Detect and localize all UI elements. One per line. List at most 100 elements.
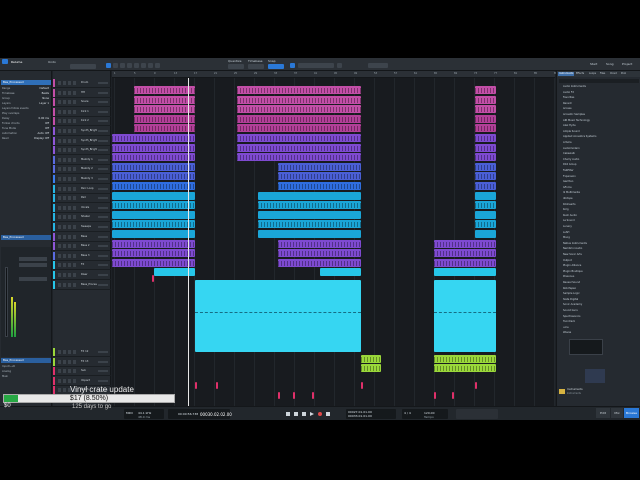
event-clip[interactable] <box>237 86 361 94</box>
event-clip[interactable] <box>278 258 361 267</box>
track-volume-slider[interactable] <box>98 254 108 257</box>
output-select[interactable] <box>19 263 47 267</box>
event-clip[interactable] <box>361 382 363 389</box>
browser-item[interactable]: Le Sound <box>563 219 639 223</box>
event-clip[interactable] <box>475 182 496 190</box>
tempo-display[interactable] <box>368 63 388 68</box>
event-clip[interactable] <box>112 191 195 200</box>
monitor-button[interactable] <box>73 119 76 124</box>
track-name[interactable]: Synth_Bright <box>81 139 97 142</box>
track-name[interactable]: Bass_Processed <box>81 283 97 286</box>
event-clip[interactable] <box>237 124 361 133</box>
event-clip[interactable] <box>237 134 361 142</box>
track-name[interactable]: Bass 3 <box>81 254 97 257</box>
track-volume-slider[interactable] <box>98 379 108 382</box>
track-volume-slider[interactable] <box>98 370 108 373</box>
mute-button[interactable] <box>58 273 61 277</box>
event-clip[interactable] <box>475 191 496 200</box>
monitor-button[interactable] <box>73 215 76 220</box>
record-arm-button[interactable] <box>68 129 71 133</box>
inspector-row-value[interactable]: Layer 1 <box>39 102 49 105</box>
solo-button[interactable] <box>63 234 66 239</box>
monitor-button[interactable] <box>73 273 76 277</box>
mute-button[interactable] <box>58 282 61 287</box>
inspector-row[interactable]: Play overlaps <box>2 112 50 116</box>
record-arm-button[interactable] <box>68 263 71 268</box>
event-clip[interactable] <box>475 124 496 133</box>
track-volume-slider[interactable] <box>98 149 108 152</box>
track-row[interactable]: Drum <box>53 79 111 88</box>
song-tab[interactable]: Song <box>606 62 614 66</box>
browser-search-input[interactable] <box>559 79 639 83</box>
monitor-button[interactable] <box>73 109 76 114</box>
browser-item[interactable]: Reveal Sound <box>563 281 639 285</box>
browser-item[interactable]: Sound Guru <box>563 309 639 313</box>
track-volume-slider[interactable] <box>98 168 108 171</box>
mute-button[interactable] <box>58 225 61 229</box>
record-arm-button[interactable] <box>68 138 71 143</box>
inspector-header[interactable]: Bas_Processed <box>1 80 51 85</box>
record-arm-button[interactable] <box>68 100 71 105</box>
track-name[interactable]: Vocals <box>81 206 97 209</box>
browser-item[interactable]: Sonic Academy <box>563 303 639 307</box>
track-name[interactable]: Synth_Bright <box>81 129 97 132</box>
track-volume-slider[interactable] <box>98 139 108 142</box>
event-clip[interactable] <box>258 230 361 238</box>
record-arm-button[interactable] <box>68 186 71 191</box>
record-arm-button[interactable] <box>68 253 71 258</box>
browser-item[interactable]: Cakewalk <box>563 152 639 156</box>
edit-view-button[interactable]: Edit <box>596 408 610 418</box>
track-name[interactable]: Impact <box>81 379 97 382</box>
mute-button[interactable] <box>58 234 61 239</box>
record-arm-button[interactable] <box>68 81 71 85</box>
event-clip[interactable] <box>475 201 496 210</box>
inspector-row-value[interactable]: Off <box>45 122 49 125</box>
inspector-row[interactable]: Follow chords Off <box>2 122 50 126</box>
track-name[interactable]: Synth_Bright <box>81 148 97 151</box>
event-clip[interactable] <box>475 143 496 152</box>
track-row[interactable]: Snare <box>53 98 111 108</box>
browser-item[interactable]: Alex Hyde <box>563 124 639 128</box>
track-volume-slider[interactable] <box>98 351 108 353</box>
track-volume-slider[interactable] <box>98 197 108 200</box>
solo-button[interactable] <box>63 186 66 191</box>
quantize-label[interactable]: Quantize <box>228 59 241 63</box>
monitor-button[interactable] <box>73 100 76 105</box>
solo-button[interactable] <box>63 263 66 268</box>
track-row[interactable]: FX 13 <box>53 357 111 367</box>
solo-button[interactable] <box>63 215 66 220</box>
inspector-row[interactable]: Layers follow events <box>2 107 50 111</box>
monitor-button[interactable] <box>73 244 76 249</box>
solo-button[interactable] <box>63 388 66 393</box>
inspector-row[interactable]: Tune Mode Off <box>2 127 50 131</box>
track-name[interactable]: HH <box>81 91 97 94</box>
bend-tool-icon[interactable] <box>148 63 153 68</box>
browser-item[interactable]: Audio Instruments <box>563 85 639 89</box>
event-clip[interactable] <box>258 220 361 229</box>
browser-tab[interactable]: Loops <box>588 72 597 76</box>
record-arm-button[interactable] <box>68 369 71 374</box>
browser-item[interactable]: Waves <box>563 331 639 335</box>
event-clip[interactable] <box>134 86 195 94</box>
solo-button[interactable] <box>63 282 66 287</box>
right-locator[interactable]: 00033.01.01.00 <box>348 414 372 418</box>
record-arm-button[interactable] <box>68 109 71 114</box>
event-clip[interactable] <box>112 153 195 162</box>
mute-button[interactable] <box>58 138 61 143</box>
monitor-button[interactable] <box>73 282 76 287</box>
mute-button[interactable] <box>58 369 61 374</box>
mute-button[interactable] <box>58 109 61 114</box>
timebase-label[interactable]: Timebase <box>248 59 263 63</box>
track-volume-slider[interactable] <box>98 245 108 248</box>
quantize-select[interactable] <box>228 64 244 69</box>
event-clip[interactable] <box>134 105 195 114</box>
solo-button[interactable] <box>63 205 66 210</box>
inspector-row[interactable]: Delay 0.00 ms <box>2 117 50 121</box>
rewind-icon[interactable] <box>294 412 298 416</box>
record-arm-button[interactable] <box>68 148 71 153</box>
insert-slot[interactable] <box>19 277 47 281</box>
browser-tab[interactable]: Files <box>599 72 606 76</box>
inspector-row[interactable]: Read Display: Off <box>2 137 50 141</box>
mute-button[interactable] <box>58 90 61 95</box>
event-clip[interactable] <box>134 124 195 133</box>
